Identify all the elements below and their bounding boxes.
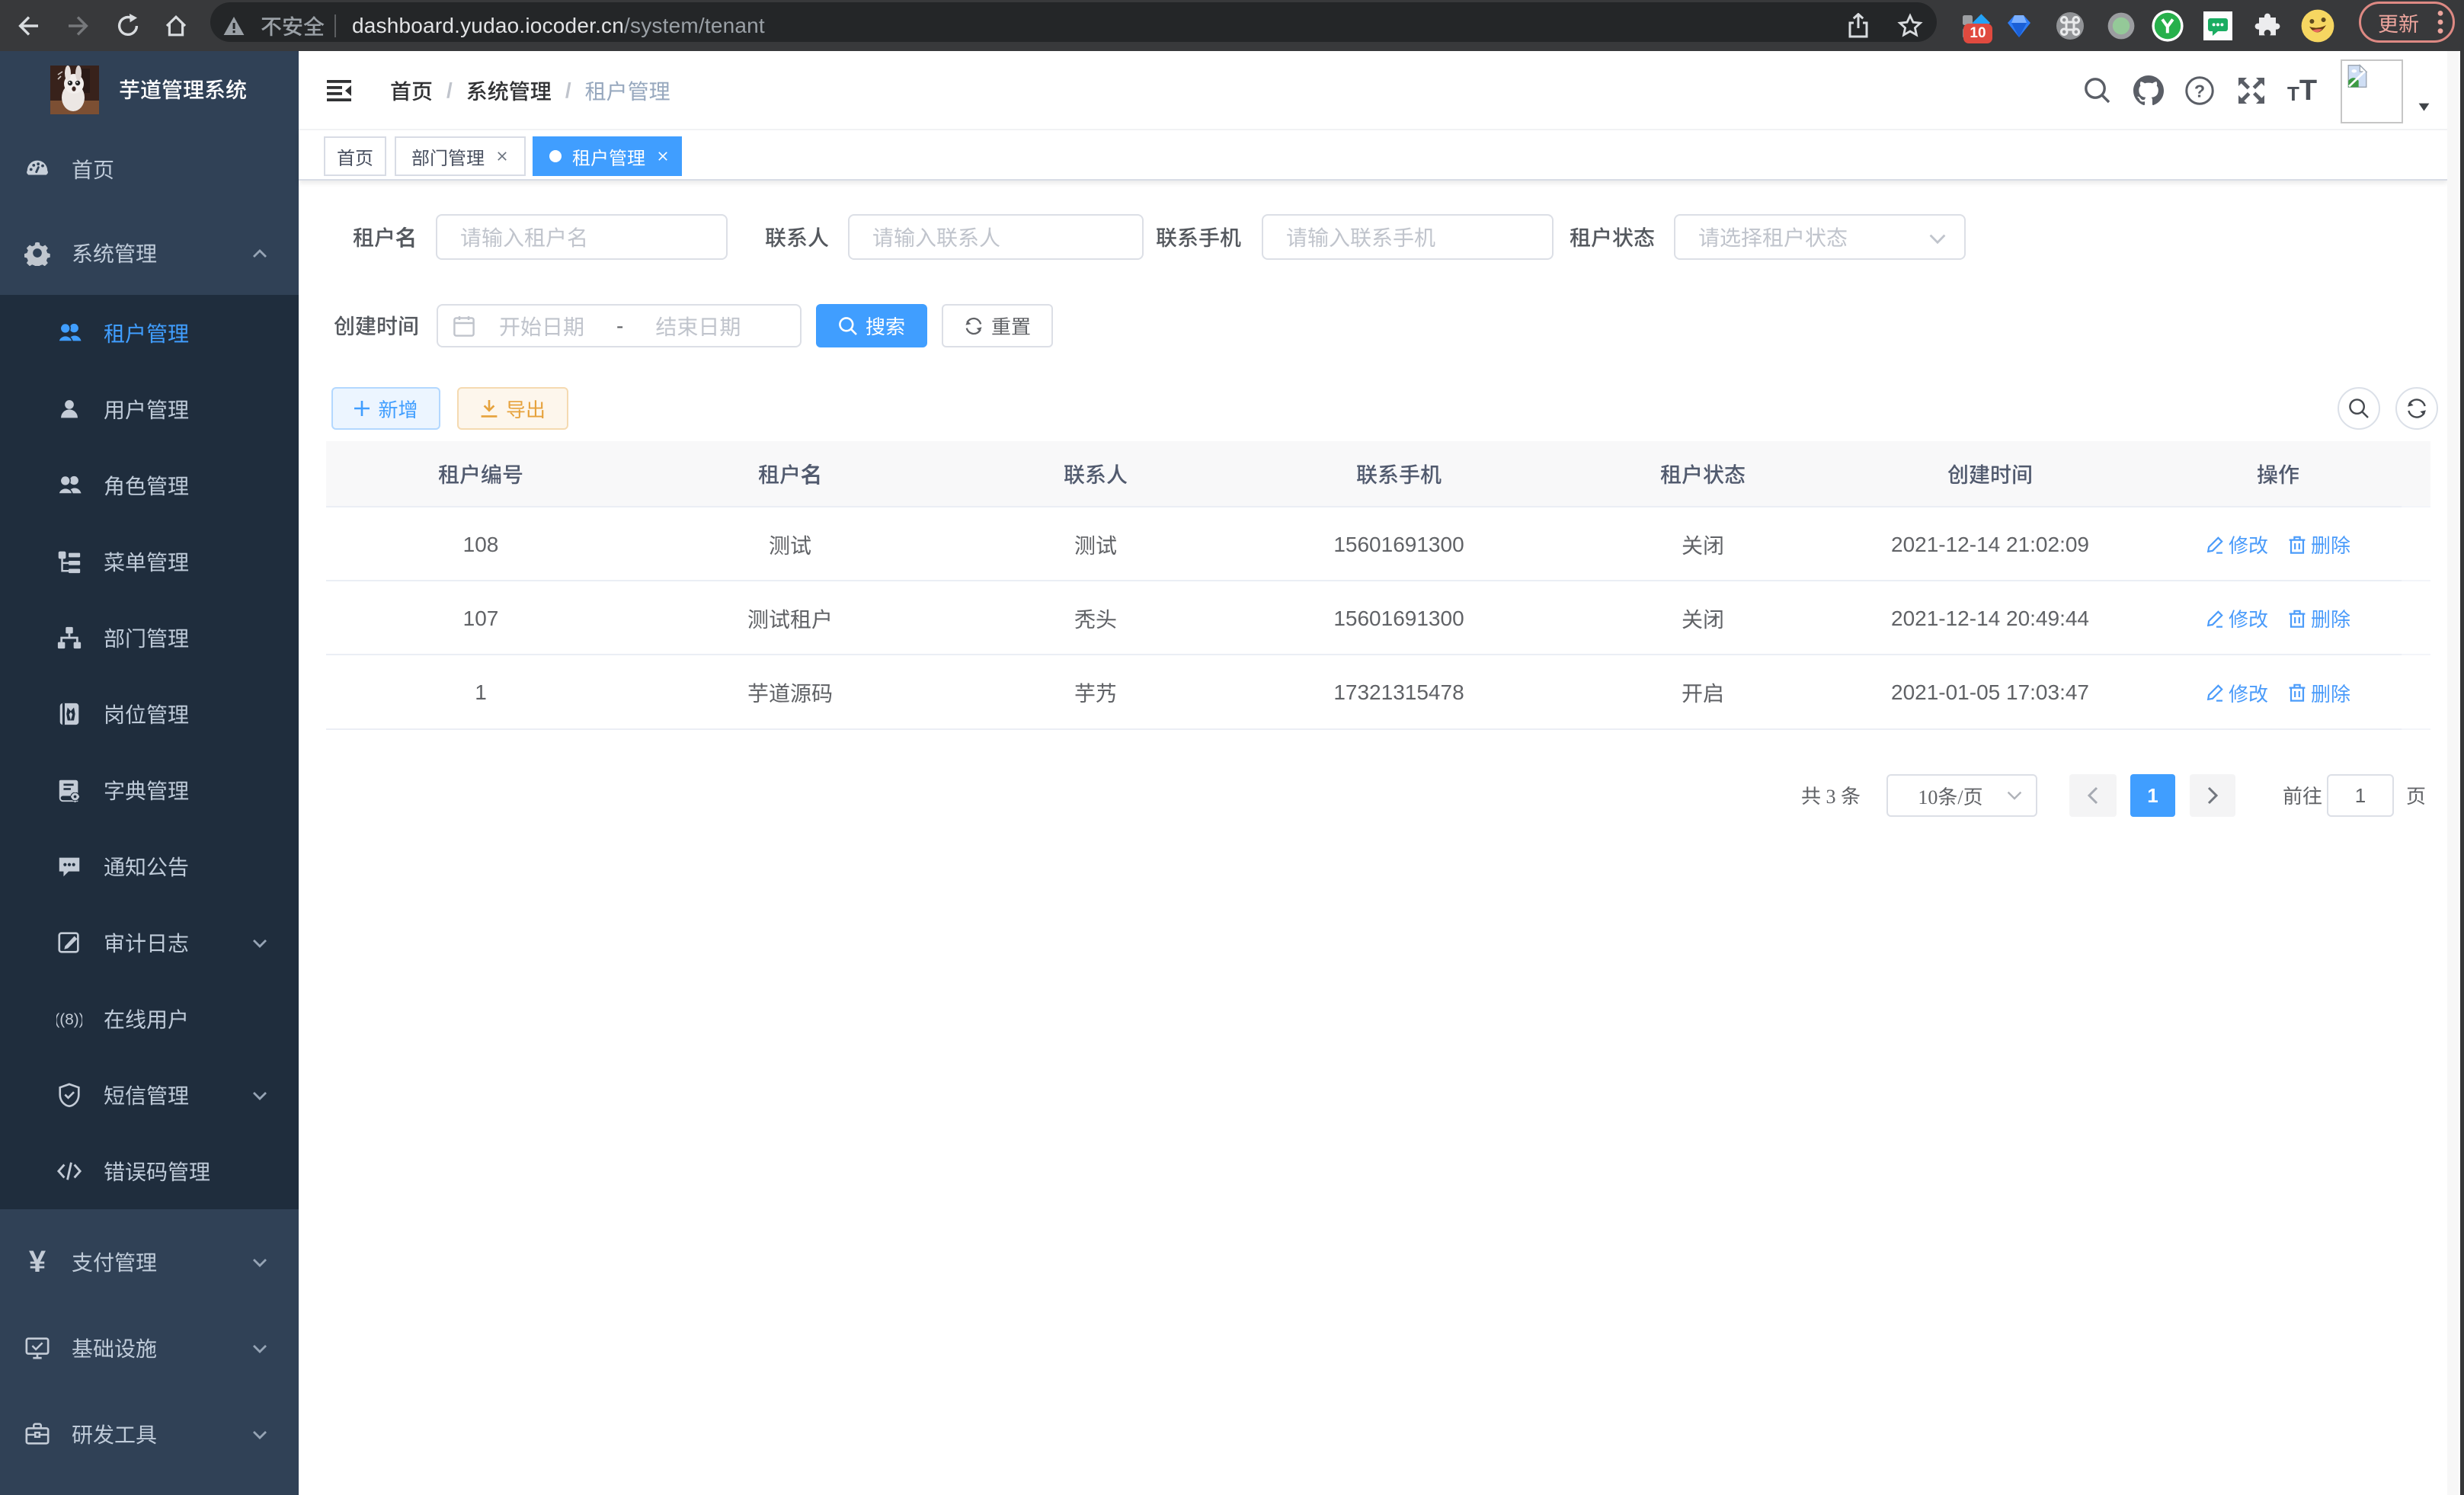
svg-text:((8)): ((8)): [56, 1011, 82, 1029]
svg-text:?: ?: [2194, 82, 2205, 101]
